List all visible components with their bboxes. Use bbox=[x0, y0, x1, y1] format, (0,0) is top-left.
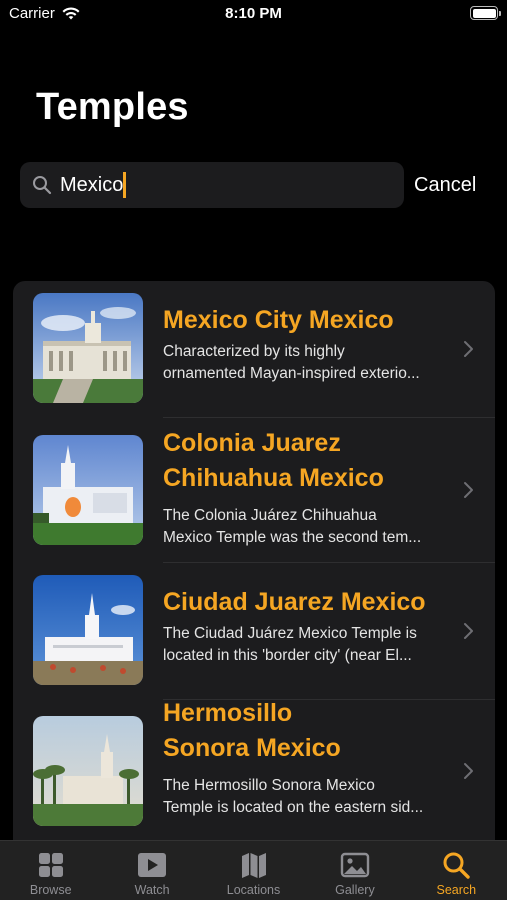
chevron-right-icon bbox=[464, 482, 473, 498]
tab-label: Watch bbox=[134, 883, 170, 897]
temple-description: Characterized by its highly ornamented M… bbox=[163, 343, 420, 382]
cancel-button[interactable]: Cancel bbox=[414, 174, 476, 197]
tab-label: Search bbox=[436, 883, 477, 897]
temple-row-ciudad-juarez[interactable]: Ciudad Juarez Mexico The Ciudad Juárez M… bbox=[13, 563, 495, 700]
status-time: 8:10 PM bbox=[225, 5, 282, 22]
chevron-right-icon bbox=[464, 623, 473, 639]
results-list: Mexico City Mexico Characterized by its … bbox=[13, 281, 495, 861]
photo-icon bbox=[340, 852, 370, 878]
temple-row-colonia-juarez[interactable]: Colonia Juarez Chihuahua Mexico The Colo… bbox=[13, 418, 495, 562]
temple-title: Hermosillo Sonora Mexico bbox=[163, 699, 341, 762]
tab-watch[interactable]: Watch bbox=[101, 841, 202, 900]
temple-thumbnail bbox=[33, 575, 143, 685]
tab-label: Browse bbox=[29, 883, 72, 897]
temple-description: The Ciudad Juárez Mexico Temple is locat… bbox=[163, 625, 417, 664]
temple-title: Colonia Juarez Chihuahua Mexico bbox=[163, 429, 384, 492]
tab-search[interactable]: Search bbox=[406, 841, 507, 900]
temple-thumbnail bbox=[33, 293, 143, 403]
temple-title: Ciudad Juarez Mexico bbox=[163, 588, 426, 616]
tab-bar: Browse Watch Locations Gallery Search bbox=[0, 840, 507, 900]
tab-browse[interactable]: Browse bbox=[0, 841, 101, 900]
page-title: Temples bbox=[36, 86, 189, 128]
tab-gallery[interactable]: Gallery bbox=[304, 841, 405, 900]
chevron-right-icon bbox=[464, 763, 473, 779]
temple-title: Mexico City Mexico bbox=[163, 306, 394, 334]
search-bar[interactable]: Mexico bbox=[20, 162, 404, 208]
battery-icon bbox=[470, 6, 501, 20]
tab-label: Gallery bbox=[335, 883, 375, 897]
text-cursor bbox=[123, 172, 126, 198]
status-bar: Carrier 8:10 PM bbox=[0, 0, 507, 30]
temple-thumbnail bbox=[33, 435, 143, 545]
search-icon bbox=[33, 176, 52, 195]
play-icon bbox=[138, 853, 167, 877]
map-icon bbox=[241, 853, 266, 878]
search-icon bbox=[443, 852, 471, 879]
temple-description: The Hermosillo Sonora Mexico Temple is l… bbox=[163, 777, 424, 816]
grid-icon bbox=[38, 853, 63, 877]
temple-description: The Colonia Juárez Chihuahua Mexico Temp… bbox=[163, 507, 422, 546]
tab-label: Locations bbox=[226, 883, 281, 897]
chevron-right-icon bbox=[464, 341, 473, 357]
temple-row-mexico-city[interactable]: Mexico City Mexico Characterized by its … bbox=[13, 281, 495, 418]
tab-locations[interactable]: Locations bbox=[203, 841, 304, 900]
temple-row-hermosillo[interactable]: Hermosillo Sonora Mexico The Hermosillo … bbox=[13, 699, 495, 861]
temple-thumbnail bbox=[33, 716, 143, 826]
search-input[interactable]: Mexico bbox=[60, 174, 123, 197]
